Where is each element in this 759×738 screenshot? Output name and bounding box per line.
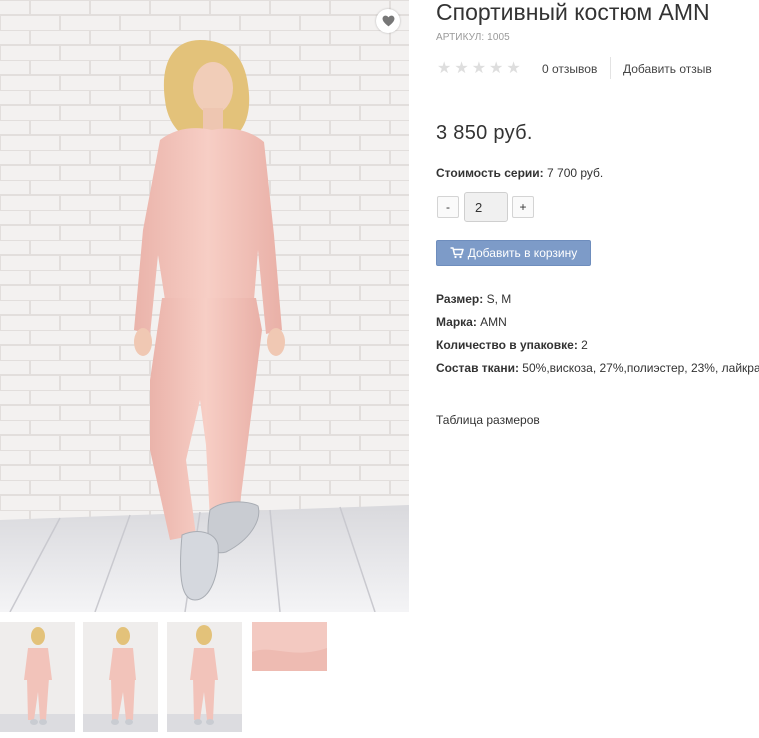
product-thumbnail-3[interactable] — [167, 622, 242, 732]
property-label: Размер: — [436, 292, 484, 306]
product-properties: Размер: S, M Марка: AMN Количество в упа… — [436, 292, 759, 384]
add-to-cart-label: Добавить в корзину — [467, 246, 578, 260]
property-fabric: Состав ткани: 50%,вискоза, 27%,полиэстер… — [436, 361, 759, 384]
rating-stars[interactable]: ★ ★ ★ ★ ★ — [437, 61, 521, 77]
series-price: Стоимость серии: 7 700 руб. — [436, 166, 603, 180]
product-price: 3 850 руб. — [436, 122, 533, 144]
size-table-link[interactable]: Таблица размеров — [436, 413, 540, 427]
star-icon[interactable]: ★ — [454, 61, 468, 77]
quantity-decrease-button[interactable]: - — [437, 196, 459, 218]
star-icon[interactable]: ★ — [472, 61, 486, 77]
property-value: S, M — [486, 292, 512, 306]
star-icon[interactable]: ★ — [437, 61, 451, 77]
property-value: 50%,вискоза, 27%,полиэстер, 23%, лайкра — [522, 361, 759, 375]
property-value: 2 — [581, 338, 588, 352]
shopping-cart-icon — [450, 247, 464, 259]
property-label: Количество в упаковке: — [436, 338, 578, 352]
product-thumbnail-4[interactable] — [252, 622, 327, 671]
property-size: Размер: S, M — [436, 292, 759, 315]
product-sku: АРТИКУЛ: 1005 — [436, 32, 510, 43]
property-brand: Марка: AMN — [436, 315, 759, 338]
divider — [610, 57, 611, 79]
star-icon[interactable]: ★ — [506, 61, 520, 77]
product-thumbnail-1[interactable] — [0, 622, 75, 732]
heart-icon — [382, 15, 394, 27]
add-review-link[interactable]: Добавить отзыв — [623, 62, 712, 76]
product-thumbnail-2[interactable] — [83, 622, 158, 732]
wishlist-button[interactable] — [376, 9, 400, 33]
main-product-photo[interactable] — [0, 0, 409, 612]
property-pack-quantity: Количество в упаковке: 2 — [436, 338, 759, 361]
series-price-value: 7 700 руб. — [547, 166, 604, 180]
property-label: Состав ткани: — [436, 361, 519, 375]
property-label: Марка: — [436, 315, 477, 329]
quantity-increase-button[interactable]: + — [512, 196, 534, 218]
star-icon[interactable]: ★ — [489, 61, 503, 77]
product-title: Спортивный костюм AMN — [436, 0, 710, 25]
add-to-cart-button[interactable]: Добавить в корзину — [436, 240, 591, 266]
quantity-input[interactable] — [464, 192, 508, 222]
reviews-count-link[interactable]: 0 отзывов — [542, 62, 597, 76]
series-price-label: Стоимость серии: — [436, 166, 544, 180]
property-value: AMN — [480, 315, 507, 329]
